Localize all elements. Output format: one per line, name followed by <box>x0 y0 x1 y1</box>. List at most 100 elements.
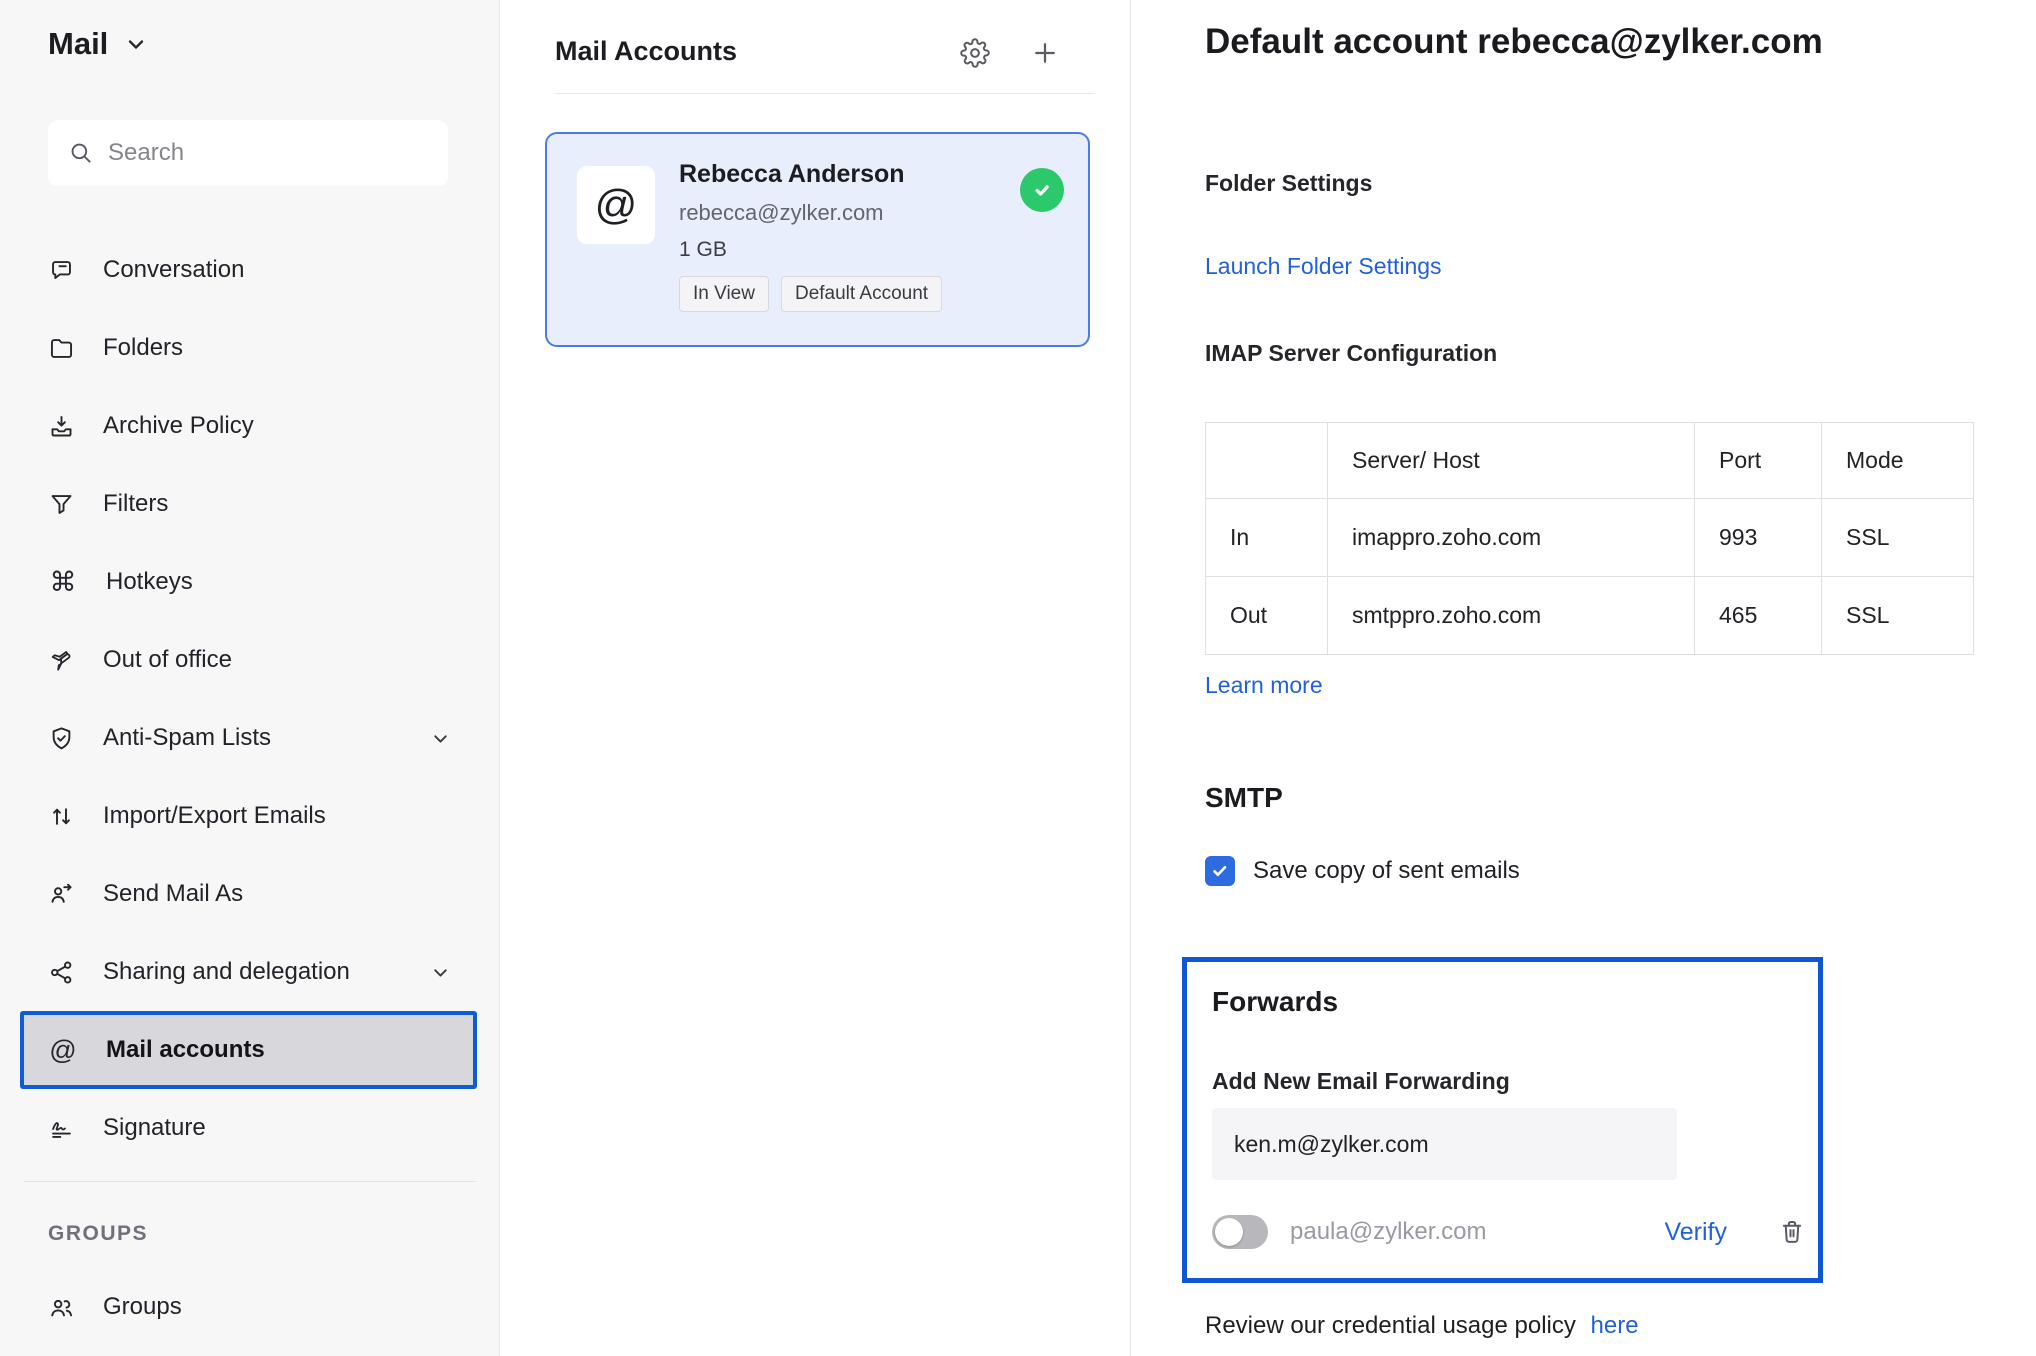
command-icon: ⌘ <box>49 566 77 597</box>
sidebar-item-hotkeys[interactable]: ⌘ Hotkeys <box>20 543 477 621</box>
toggle-knob <box>1215 1218 1243 1246</box>
sidebar-item-label: Sharing and delegation <box>103 958 350 985</box>
header-port: Port <box>1694 422 1822 499</box>
at-sign-icon: @ <box>49 1034 77 1065</box>
sidebar-item-sharing-delegation[interactable]: Sharing and delegation <box>20 933 477 1011</box>
forwards-section: Forwards Add New Email Forwarding paula@… <box>1182 957 1823 1283</box>
mail-accounts-title: Mail Accounts <box>555 36 738 66</box>
sidebar-search[interactable] <box>48 120 448 186</box>
add-account-icon[interactable] <box>1030 38 1060 68</box>
search-icon <box>68 140 94 166</box>
pending-forward-email: paula@zylker.com <box>1290 1218 1487 1245</box>
chevron-down-icon[interactable] <box>430 962 451 983</box>
table-header-row: Server/ Host Port Mode <box>1205 422 1974 499</box>
sidebar-item-label: Signature <box>103 1114 206 1141</box>
imap-config-table: Server/ Host Port Mode In imappro.zoho.c… <box>1205 422 1974 655</box>
mail-accounts-panel: Mail Accounts @ Rebecca Anderson rebecca… <box>500 0 1131 1356</box>
sidebar-item-filters[interactable]: Filters <box>20 465 477 543</box>
forward-toggle[interactable] <box>1212 1215 1268 1249</box>
save-copy-label: Save copy of sent emails <box>1253 857 1520 884</box>
filter-icon <box>48 491 75 518</box>
sidebar-item-mail-accounts[interactable]: @ Mail accounts <box>20 1011 477 1089</box>
sidebar-item-label: Hotkeys <box>106 568 193 595</box>
header-empty <box>1205 422 1328 499</box>
forwards-heading: Forwards <box>1212 986 1339 1017</box>
policy-text: Review our credential usage policy <box>1205 1312 1576 1339</box>
header-mode: Mode <box>1821 422 1974 499</box>
sidebar-divider <box>24 1181 476 1182</box>
sidebar-item-label: Filters <box>103 490 169 517</box>
cell-mode: SSL <box>1821 498 1974 577</box>
shield-check-icon <box>48 725 75 752</box>
save-copy-checkbox[interactable] <box>1205 856 1235 886</box>
sidebar-item-label: Out of office <box>103 646 232 673</box>
header-server-host: Server/ Host <box>1327 422 1695 499</box>
table-row: In imappro.zoho.com 993 SSL <box>1205 498 1974 577</box>
trash-icon[interactable] <box>1777 1217 1807 1247</box>
header-divider <box>555 93 1095 94</box>
sidebar-item-anti-spam-lists[interactable]: Anti-Spam Lists <box>20 699 477 777</box>
badge-in-view: In View <box>679 276 769 312</box>
account-storage: 1 GB <box>679 238 727 261</box>
account-card-rebecca[interactable]: @ Rebecca Anderson rebecca@zylker.com 1 … <box>545 132 1090 347</box>
detail-title: Default account rebecca@zylker.com <box>1205 22 1823 61</box>
cell-direction: Out <box>1205 576 1328 655</box>
groups-section-header: GROUPS <box>48 1222 149 1245</box>
cell-host: smtppro.zoho.com <box>1327 576 1695 655</box>
chevron-down-icon <box>124 32 148 56</box>
imap-config-heading: IMAP Server Configuration <box>1205 340 1498 366</box>
save-copy-row: Save copy of sent emails <box>1205 856 1520 886</box>
mail-accounts-actions <box>960 38 1060 68</box>
search-input[interactable] <box>108 139 428 167</box>
sidebar-item-send-mail-as[interactable]: Send Mail As <box>20 855 477 933</box>
gear-icon[interactable] <box>960 38 990 68</box>
sidebar-item-signature[interactable]: Signature <box>20 1089 477 1167</box>
add-forwarding-label: Add New Email Forwarding <box>1212 1068 1510 1094</box>
badge-default-account: Default Account <box>780 276 943 312</box>
sidebar-item-out-of-office[interactable]: Out of office <box>20 621 477 699</box>
settings-sidebar: Mail Conversation Folders Archiv <box>0 0 500 1356</box>
learn-more-link[interactable]: Learn more <box>1205 672 1323 699</box>
chevron-down-icon[interactable] <box>430 728 451 749</box>
sidebar-item-label: Import/Export Emails <box>103 802 326 829</box>
sidebar-item-conversation[interactable]: Conversation <box>20 231 477 309</box>
people-icon <box>48 1294 75 1321</box>
sidebar-item-archive-policy[interactable]: Archive Policy <box>20 387 477 465</box>
folder-icon <box>48 335 75 362</box>
forwarding-email-input[interactable] <box>1212 1108 1677 1180</box>
smtp-heading: SMTP <box>1205 782 1283 813</box>
arrows-up-down-icon <box>48 803 75 830</box>
person-send-icon <box>48 881 75 908</box>
sidebar-item-import-export[interactable]: Import/Export Emails <box>20 777 477 855</box>
mail-app-dropdown[interactable]: Mail <box>48 26 148 62</box>
signature-icon <box>48 1115 75 1142</box>
account-email: rebecca@zylker.com <box>679 200 884 225</box>
credential-policy-text: Review our credential usage policy here <box>1205 1312 1639 1340</box>
pending-forward-row: paula@zylker.com Verify <box>1212 1212 1807 1252</box>
sidebar-item-folders[interactable]: Folders <box>20 309 477 387</box>
table-row: Out smtppro.zoho.com 465 SSL <box>1205 576 1974 655</box>
at-glyph: @ <box>594 181 638 228</box>
cell-mode: SSL <box>1821 576 1974 655</box>
sidebar-item-label: Conversation <box>103 256 245 283</box>
share-nodes-icon <box>48 959 75 986</box>
airplane-icon <box>48 647 75 674</box>
cell-port: 993 <box>1694 498 1822 577</box>
account-badges: In View Default Account <box>679 276 943 312</box>
settings-nav: Conversation Folders Archive Policy Filt… <box>0 231 500 1346</box>
account-avatar: @ <box>577 166 655 244</box>
launch-folder-settings-link[interactable]: Launch Folder Settings <box>1205 253 1442 280</box>
cell-direction: In <box>1205 498 1328 577</box>
sidebar-item-label: Send Mail As <box>103 880 244 907</box>
account-detail-panel: Default account rebecca@zylker.com Folde… <box>1131 0 2036 1356</box>
folder-settings-heading: Folder Settings <box>1205 170 1373 196</box>
sidebar-item-groups[interactable]: Groups <box>20 1268 477 1346</box>
mail-app-title: Mail <box>48 26 109 61</box>
policy-here-link[interactable]: here <box>1591 1312 1639 1339</box>
sidebar-item-label: Anti-Spam Lists <box>103 724 272 751</box>
sidebar-item-label: Mail accounts <box>106 1036 265 1063</box>
verify-link[interactable]: Verify <box>1664 1218 1727 1247</box>
sidebar-item-label: Archive Policy <box>103 412 254 439</box>
sidebar-item-label: Folders <box>103 334 184 361</box>
cell-port: 465 <box>1694 576 1822 655</box>
